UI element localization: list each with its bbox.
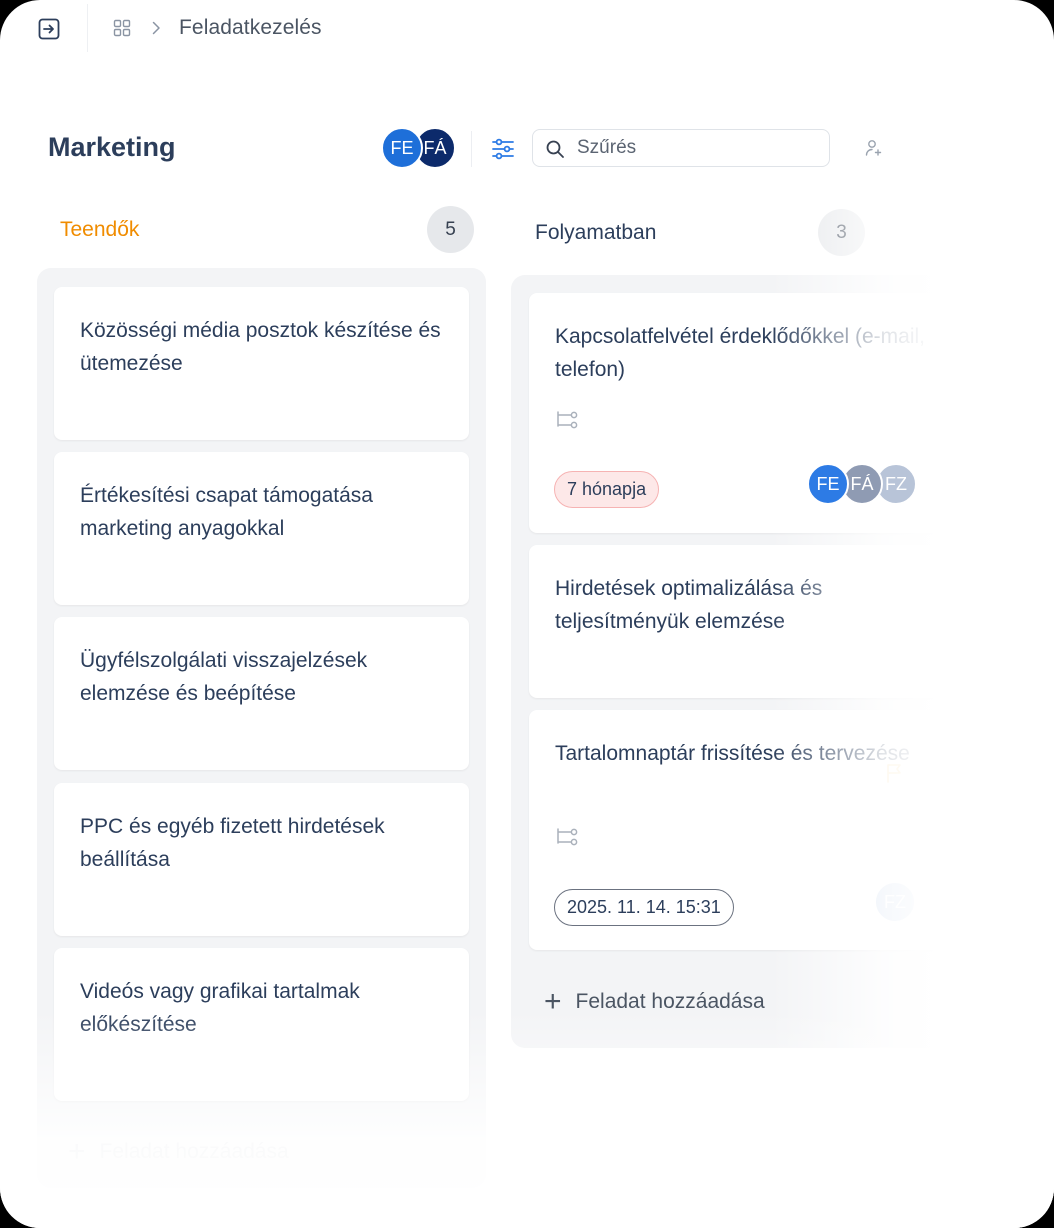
add-task-button-todo[interactable]: + Feladat hozzáadása: [68, 1135, 289, 1168]
add-task-label: Feladat hozzáadása: [575, 990, 765, 1013]
add-task-button-in-progress[interactable]: + Feladat hozzáadása: [544, 985, 765, 1018]
column-title-todo: Teendők: [60, 218, 140, 241]
chevron-right-icon: [150, 20, 162, 36]
page-title: Marketing: [48, 132, 176, 162]
task-title: Ügyfélszolgálati visszajelzések elemzése…: [80, 649, 368, 705]
task-card[interactable]: PPC és egyéb fizetett hirdetések beállít…: [54, 783, 469, 936]
task-title: Értékesítési csapat támogatása marketing…: [80, 484, 373, 540]
top-bar: Feladatkezelés: [0, 0, 1054, 56]
filter-sliders-icon[interactable]: [490, 136, 516, 162]
flag-icon[interactable]: [884, 762, 906, 784]
task-card[interactable]: Közösségi média posztok készítése és üte…: [54, 287, 469, 440]
task-card[interactable]: Tartalomnaptár frissítése és tervezése 2…: [529, 710, 949, 950]
avatar[interactable]: FE: [807, 463, 849, 505]
task-title: Hirdetések optimalizálása és teljesítmén…: [555, 577, 823, 633]
search-input[interactable]: [577, 136, 817, 160]
count-badge: 5: [427, 206, 474, 253]
task-title: Közösségi média posztok készítése és üte…: [80, 319, 441, 375]
due-tag-overdue: 7 hónapja: [554, 471, 660, 508]
task-title: Videós vagy grafikai tartalmak előkészít…: [80, 980, 360, 1036]
assign-user-icon[interactable]: [864, 138, 884, 158]
task-card[interactable]: Videós vagy grafikai tartalmak előkészít…: [54, 948, 469, 1101]
task-card[interactable]: Kapcsolatfelvétel érdeklődőkkel (e-mail,…: [529, 293, 949, 533]
topbar-divider: [87, 4, 88, 52]
subtask-icon: [555, 826, 579, 850]
app-frame: Feladatkezelés Marketing FE FÁ Teendők 5: [0, 0, 1054, 1228]
search-box: [532, 129, 830, 167]
search-icon: [545, 139, 565, 159]
task-title: PPC és egyéb fizetett hirdetések beállít…: [80, 815, 385, 871]
add-task-label: Feladat hozzáadása: [99, 1140, 289, 1163]
breadcrumb-current: Feladatkezelés: [179, 16, 322, 39]
task-title: Tartalomnaptár frissítése és tervezése: [555, 742, 910, 765]
sidebar-toggle-icon[interactable]: [37, 17, 61, 41]
task-card[interactable]: Hirdetések optimalizálása és teljesítmén…: [529, 545, 949, 698]
grid-icon[interactable]: [113, 19, 131, 37]
task-title: Kapcsolatfelvétel érdeklődőkkel (e-mail,…: [555, 325, 926, 381]
count-badge: 3: [818, 209, 865, 256]
subtask-icon: [555, 409, 579, 433]
task-card[interactable]: Értékesítési csapat támogatása marketing…: [54, 452, 469, 605]
plus-icon: +: [544, 985, 562, 1018]
header-divider: [471, 131, 472, 167]
due-tag-date: 2025. 11. 14. 15:31: [554, 889, 734, 926]
avatar[interactable]: FE: [381, 127, 423, 169]
plus-icon: +: [68, 1135, 86, 1168]
avatar[interactable]: FZ: [874, 881, 916, 923]
task-card[interactable]: Ügyfélszolgálati visszajelzések elemzése…: [54, 617, 469, 770]
column-title-in-progress: Folyamatban: [535, 221, 657, 244]
